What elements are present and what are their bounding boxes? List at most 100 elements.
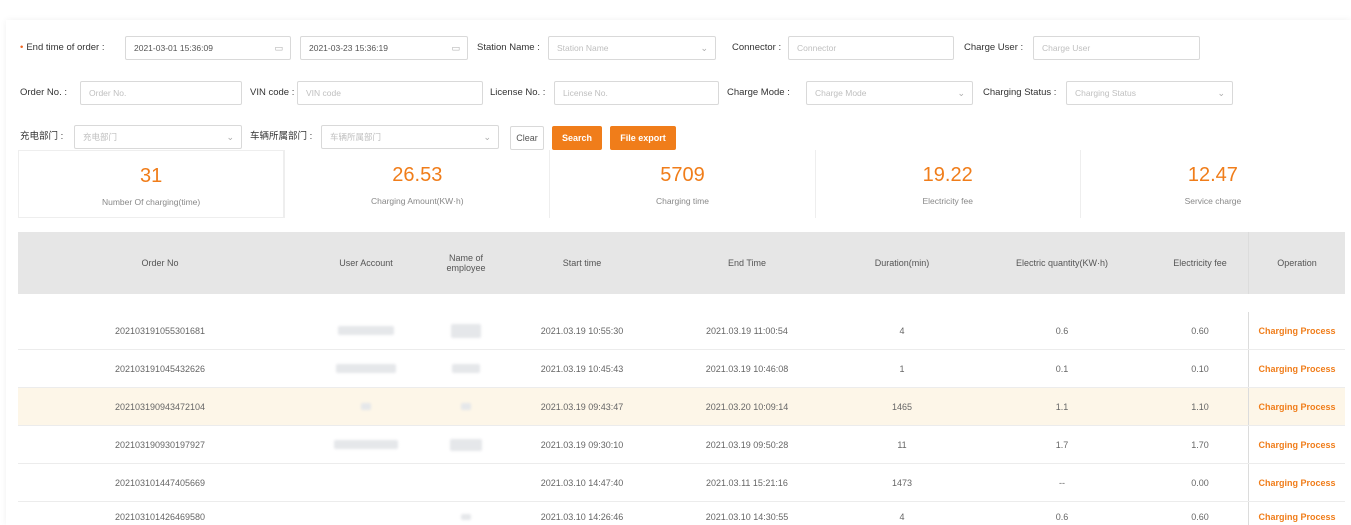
- charging-process-link[interactable]: Charging Process: [1258, 512, 1335, 522]
- cell-order-no: 202103191055301681: [114, 325, 206, 336]
- redacted-user: [361, 403, 371, 410]
- table-row: 202103101426469580 2021.03.10 14:26:46 2…: [18, 502, 1345, 525]
- end-time-label: • End time of order :: [20, 42, 105, 53]
- table-header: Order No User Account Name of employee S…: [18, 232, 1345, 294]
- stat-label: Number Of charging(time): [101, 197, 201, 207]
- cell-user-account: [302, 502, 430, 525]
- stat-value: 31: [139, 165, 163, 187]
- vin-code-input[interactable]: VIN code: [297, 81, 483, 105]
- cell-fee: 0.60: [1191, 512, 1209, 522]
- cell-operation: Charging Process: [1248, 464, 1345, 501]
- redacted-employee: [461, 514, 471, 520]
- cell-order-no: 202103190943472104: [114, 401, 206, 412]
- cell-user-account: [302, 464, 430, 501]
- cell-order-no: 202103190930197927: [114, 439, 206, 450]
- cell-quantity: --: [1059, 477, 1065, 488]
- charge-mode-select[interactable]: Charge Mode ⌄: [806, 81, 973, 105]
- vehicle-dept-select[interactable]: 车辆所属部门 ⌄: [321, 125, 499, 149]
- col-user-account: User Account: [339, 258, 393, 268]
- redacted-user: [336, 364, 396, 373]
- charging-process-link[interactable]: Charging Process: [1258, 364, 1335, 374]
- cell-user-account: [302, 312, 430, 349]
- cell-quantity: 0.6: [1055, 512, 1069, 522]
- cell-end-time: 2021.03.20 10:09:14: [705, 401, 789, 412]
- calendar-icon: ▭: [274, 43, 283, 53]
- col-duration: Duration(min): [874, 258, 930, 268]
- chevron-down-icon: ⌄: [957, 88, 965, 98]
- cell-duration: 11: [897, 439, 907, 450]
- order-no-input[interactable]: Order No.: [80, 81, 242, 105]
- search-button[interactable]: Search: [552, 126, 602, 150]
- cell-fee: 1.70: [1191, 439, 1209, 450]
- cell-end-time: 2021.03.19 10:46:08: [705, 363, 789, 374]
- charge-mode-label: Charge Mode :: [727, 87, 790, 98]
- redacted-user: [334, 440, 398, 449]
- cell-employee: [430, 426, 502, 463]
- cell-employee: [430, 388, 502, 425]
- filter-row-1: • End time of order : 2021-03-01 15:36:09…: [6, 35, 1351, 61]
- chevron-down-icon: ⌄: [483, 132, 491, 142]
- table-row: 202103190930197927 2021.03.19 09:30:10 2…: [18, 426, 1345, 464]
- cell-fee: 0.60: [1191, 325, 1209, 336]
- redacted-employee: [451, 323, 481, 338]
- col-start-time: Start time: [562, 258, 602, 268]
- cell-start-time: 2021.03.19 10:55:30: [540, 325, 624, 336]
- cell-start-time: 2021.03.10 14:47:40: [540, 477, 624, 488]
- vehicle-dept-label: 车辆所属部门 :: [250, 131, 313, 142]
- station-name-label: Station Name :: [477, 42, 540, 53]
- license-no-label: License No. :: [490, 87, 546, 98]
- cell-end-time: 2021.03.19 11:00:54: [706, 325, 788, 336]
- charging-dept-select[interactable]: 充电部门 ⌄: [74, 125, 242, 149]
- cell-duration: 4: [899, 325, 905, 336]
- cell-order-no: 202103191045432626: [114, 363, 206, 374]
- charge-user-input[interactable]: Charge User: [1033, 36, 1200, 60]
- cell-start-time: 2021.03.10 14:26:46: [540, 512, 624, 522]
- col-electric-quantity: Electric quantity(KW·h): [1015, 258, 1109, 268]
- col-employee: Name of employee: [446, 253, 486, 273]
- stat-charging-count: 31 Number Of charging(time): [18, 150, 285, 218]
- vin-code-label: VIN code :: [250, 87, 295, 98]
- cell-end-time: 2021.03.11 15:21:16: [706, 477, 788, 488]
- charging-process-link[interactable]: Charging Process: [1258, 478, 1335, 488]
- file-export-button[interactable]: File export: [610, 126, 676, 150]
- col-electricity-fee: Electricity fee: [1173, 258, 1227, 268]
- charging-process-link[interactable]: Charging Process: [1258, 326, 1335, 336]
- stat-charging-amount: 26.53 Charging Amount(KW·h): [284, 150, 549, 218]
- station-name-select[interactable]: Station Name ⌄: [548, 36, 716, 60]
- stat-value: 19.22: [922, 164, 973, 186]
- redacted-employee: [461, 403, 471, 410]
- cell-order-no: 202103101447405669: [114, 477, 206, 488]
- redacted-user: [338, 326, 394, 335]
- cell-end-time: 2021.03.19 09:50:28: [705, 439, 789, 450]
- cell-order-no: 202103101426469580: [114, 512, 206, 522]
- stat-charging-time: 5709 Charging time: [549, 150, 814, 218]
- charging-process-link[interactable]: Charging Process: [1258, 440, 1335, 450]
- stat-service-charge: 12.47 Service charge: [1079, 150, 1345, 218]
- charging-dept-label: 充电部门 :: [20, 131, 64, 142]
- table-row: 202103101447405669 2021.03.10 14:47:40 2…: [18, 464, 1345, 502]
- cell-operation: Charging Process: [1248, 426, 1345, 463]
- clear-button[interactable]: Clear: [510, 126, 544, 150]
- charging-status-select[interactable]: Charging Status ⌄: [1066, 81, 1233, 105]
- required-mark: •: [20, 42, 24, 53]
- stat-label: Electricity fee: [922, 196, 973, 206]
- charging-process-link[interactable]: Charging Process: [1258, 402, 1335, 412]
- connector-input[interactable]: Connector: [788, 36, 954, 60]
- redacted-employee: [452, 364, 480, 373]
- cell-employee: [430, 464, 502, 501]
- calendar-icon: ▭: [451, 43, 460, 53]
- stat-value: 26.53: [392, 164, 443, 186]
- cell-start-time: 2021.03.19 09:43:47: [540, 401, 624, 412]
- table-row: 202103191055301681 2021.03.19 10:55:30 2…: [18, 312, 1345, 350]
- stat-label: Service charge: [1184, 196, 1242, 206]
- col-end-time: End Time: [727, 258, 767, 268]
- cell-duration: 1465: [891, 401, 913, 412]
- cell-operation: Charging Process: [1248, 388, 1345, 425]
- end-time-input[interactable]: 2021-03-23 15:36:19 ▭: [300, 36, 468, 60]
- start-time-input[interactable]: 2021-03-01 15:36:09 ▭: [125, 36, 291, 60]
- filter-row-3: 充电部门 : 充电部门 ⌄ 车辆所属部门 : 车辆所属部门 ⌄ Clear Sear…: [6, 124, 1351, 150]
- stat-value: 5709: [660, 164, 705, 186]
- license-no-input[interactable]: License No.: [554, 81, 719, 105]
- cell-end-time: 2021.03.10 14:30:55: [705, 512, 789, 522]
- cell-employee: [430, 312, 502, 349]
